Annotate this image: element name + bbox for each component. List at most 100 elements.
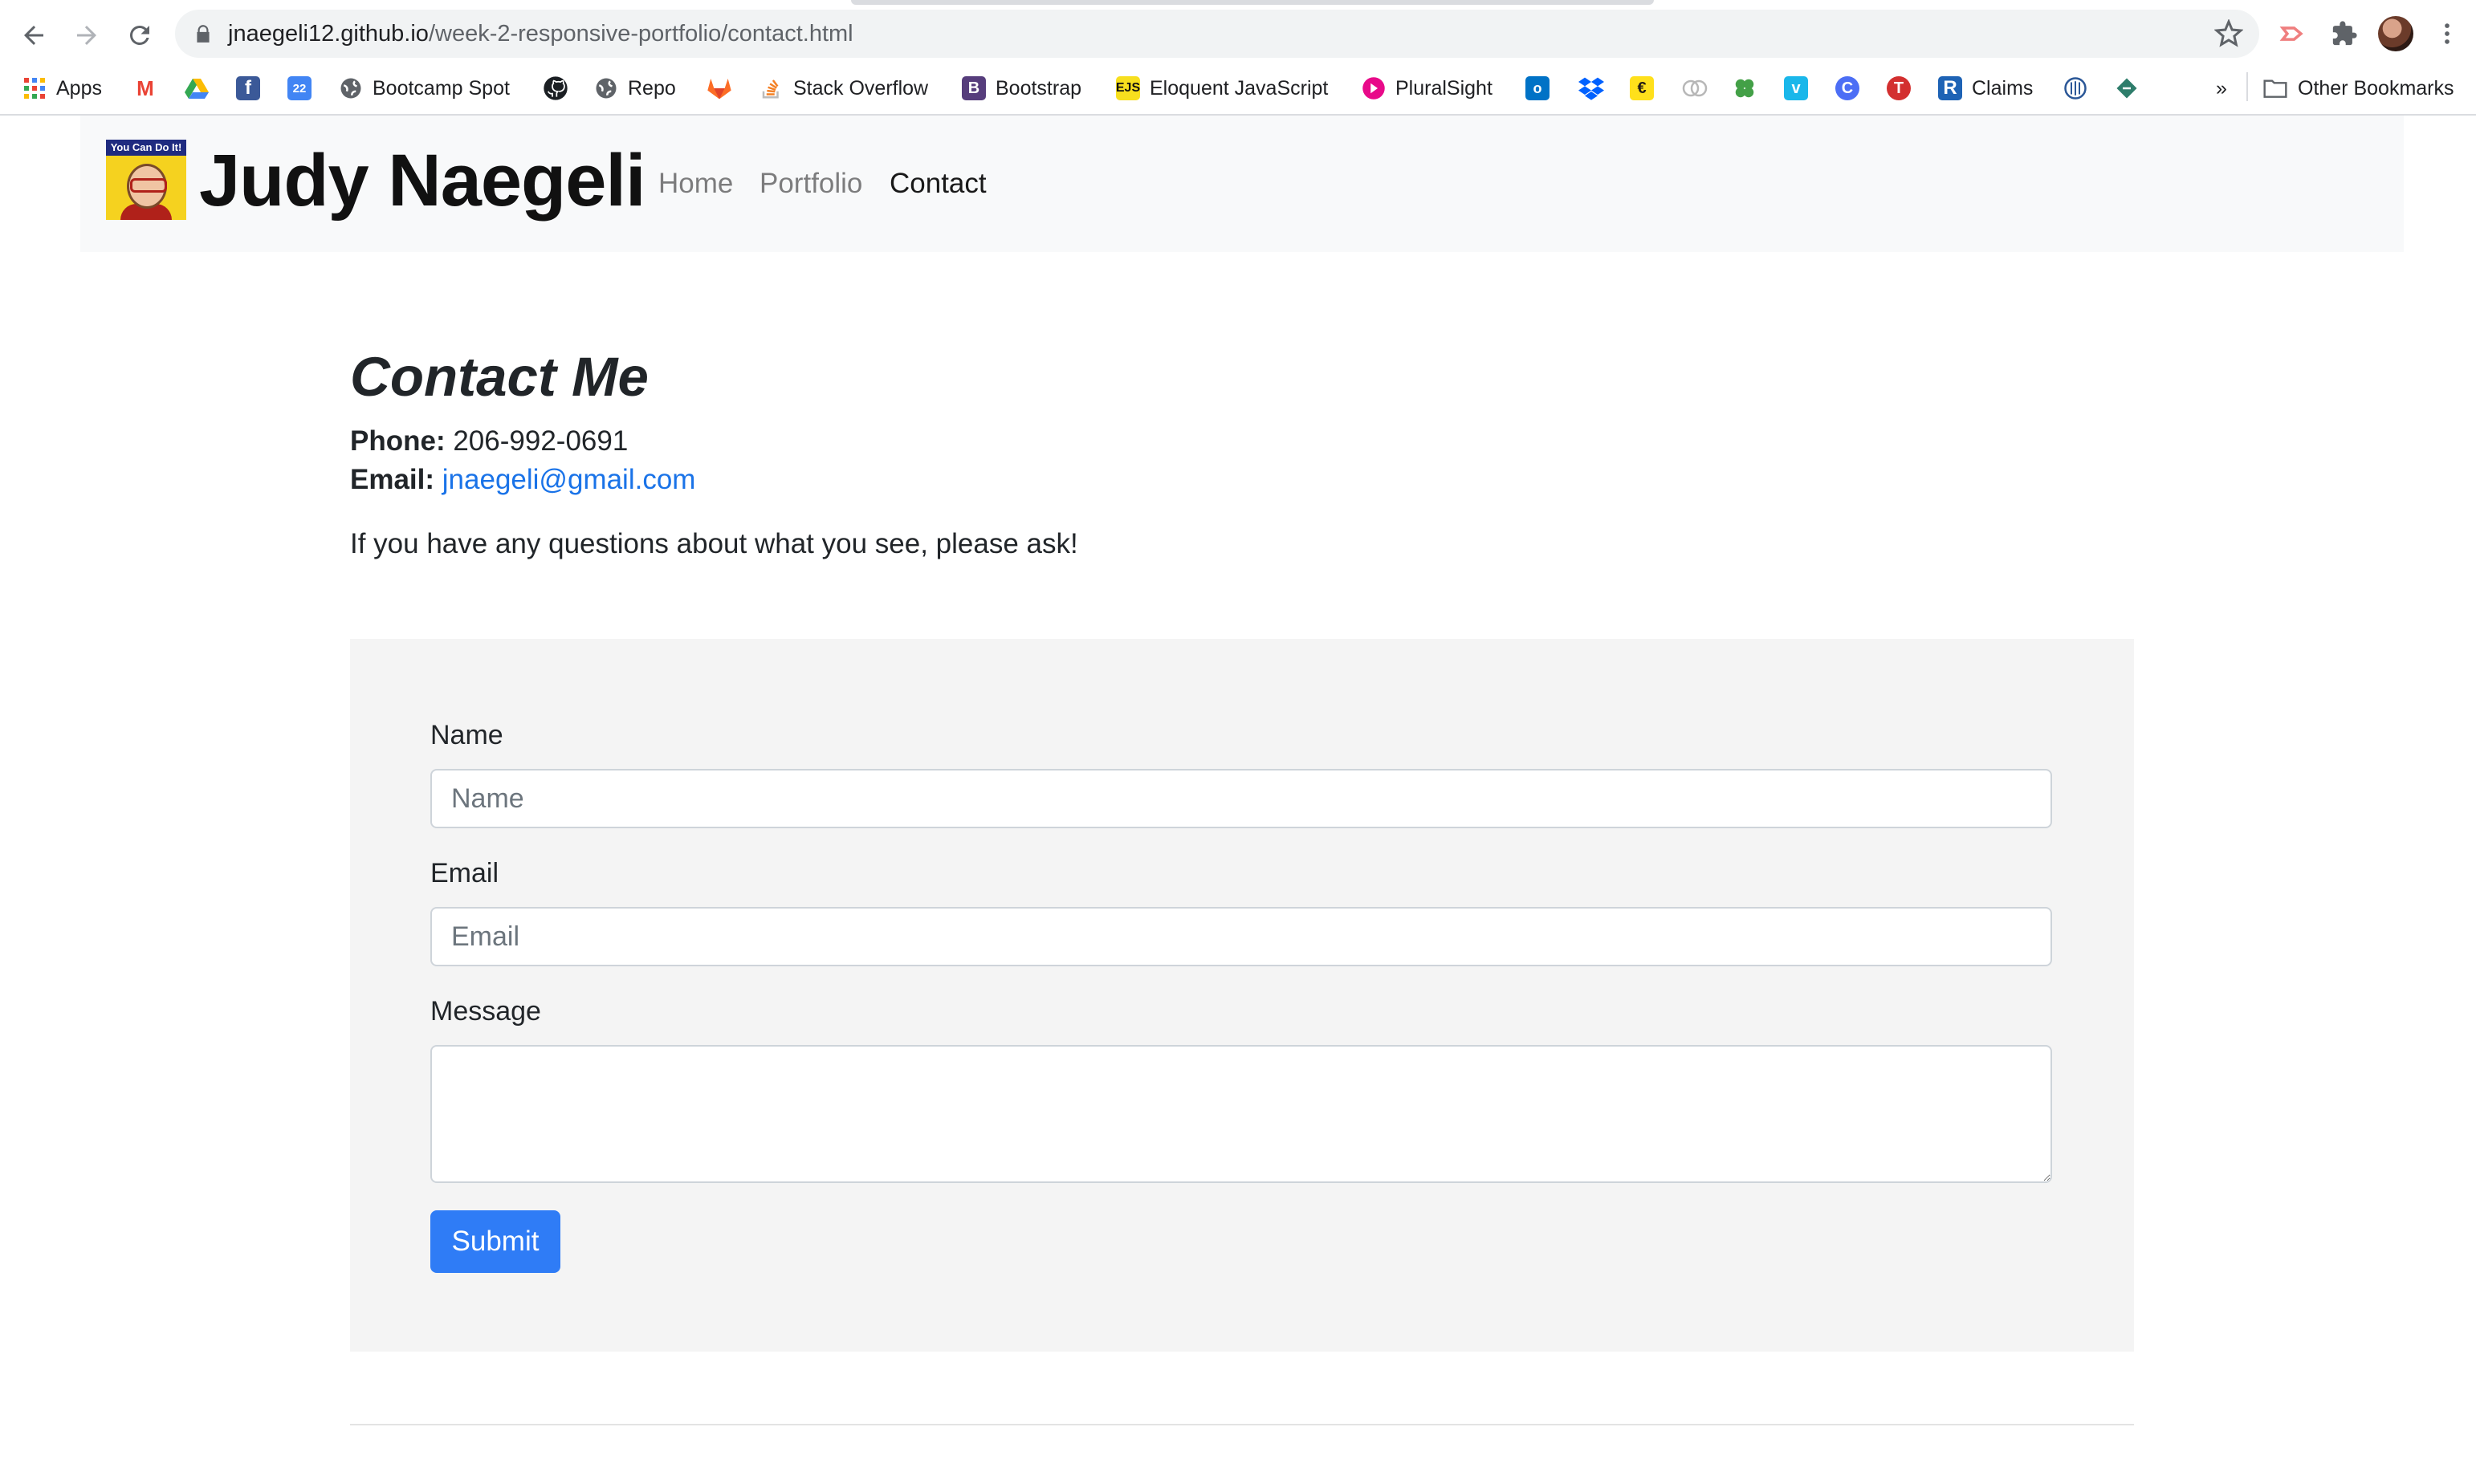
- bookmark-claims[interactable]: R Claims: [1938, 71, 2033, 106]
- ejs-icon: EJS: [1116, 76, 1140, 100]
- vimeo-icon: v: [1784, 76, 1808, 100]
- rings-icon: [1682, 79, 1708, 97]
- bookmark-diamond[interactable]: [2115, 71, 2139, 106]
- nav-link-contact[interactable]: Contact: [890, 167, 987, 201]
- kebab-menu-icon: [2445, 23, 2450, 44]
- url-path: /week-2-responsive-portfolio/contact.htm…: [428, 21, 853, 47]
- contact-blurb: If you have any questions about what you…: [350, 528, 1078, 559]
- bookmark-drive[interactable]: [185, 71, 209, 106]
- bookmark-bootcamp-spot[interactable]: Bootcamp Spot: [339, 71, 510, 106]
- bookmarks-divider: [2246, 72, 2248, 101]
- bookmark-github[interactable]: [543, 71, 568, 106]
- email-line: Email: jnaegeli@gmail.com: [350, 462, 695, 498]
- bookmarks-overflow-button[interactable]: »: [2216, 71, 2227, 106]
- bookmark-label: Bootstrap: [996, 76, 1082, 100]
- globe-icon: [596, 78, 617, 99]
- contact-form: Name Email Message Submit: [350, 639, 2134, 1352]
- phone-number: 206-992-0691: [453, 425, 629, 457]
- stackoverflow-icon: [762, 79, 779, 99]
- mailchimp-icon: €: [1630, 76, 1654, 100]
- bookmark-seal[interactable]: [2063, 71, 2087, 106]
- site-navbar: You Can Do It! Judy Naegeli Home Portfol…: [80, 116, 2404, 252]
- name-input[interactable]: [430, 769, 2052, 828]
- bookmark-mailchimp[interactable]: €: [1630, 71, 1654, 106]
- tab-strip: [0, 0, 2476, 5]
- bookmark-label: Eloquent JavaScript: [1150, 76, 1329, 100]
- bookmark-facebook[interactable]: f: [236, 71, 260, 106]
- url-text: jnaegeli12.github.io/week-2-responsive-p…: [228, 20, 853, 47]
- bookmark-rings[interactable]: [1681, 71, 1708, 106]
- email-label: Email:: [350, 464, 435, 495]
- globe-icon: [340, 78, 361, 99]
- nav-link-portfolio[interactable]: Portfolio: [759, 167, 862, 201]
- bookmark-label: Stack Overflow: [793, 76, 929, 100]
- logo-avatar[interactable]: You Can Do It!: [106, 140, 186, 220]
- bookmark-label: PluralSight: [1395, 76, 1493, 100]
- browser-chrome: jnaegeli12.github.io/week-2-responsive-p…: [0, 0, 2476, 116]
- footer-divider: [350, 1424, 2134, 1425]
- lock-icon: [197, 25, 210, 43]
- gitlab-icon: [707, 79, 731, 100]
- back-button[interactable]: [11, 13, 56, 58]
- bookmark-calendar[interactable]: 22: [287, 71, 312, 106]
- overflow-label: »: [2216, 76, 2227, 100]
- address-bar[interactable]: jnaegeli12.github.io/week-2-responsive-p…: [175, 10, 2259, 58]
- r-icon: R: [1938, 76, 1962, 100]
- name-label: Name: [430, 720, 503, 750]
- back-arrow-icon: [24, 26, 43, 45]
- bookmarks-bar: Apps M f 22 Bootcamp Spot Repo Stack Ove…: [0, 66, 2476, 112]
- bookmark-clover[interactable]: [1733, 71, 1757, 106]
- bookmark-label: Repo: [628, 76, 676, 100]
- forward-button[interactable]: [64, 13, 109, 58]
- t-icon: T: [1887, 76, 1911, 100]
- reload-icon: [129, 25, 149, 45]
- phone-label: Phone:: [350, 425, 446, 457]
- submit-button[interactable]: Submit: [430, 1210, 560, 1273]
- calendar-icon: 22: [287, 76, 312, 100]
- bookmark-dropbox[interactable]: [1578, 71, 1604, 106]
- bookmark-gmail[interactable]: M: [133, 71, 157, 106]
- bookmark-apps[interactable]: Apps: [22, 71, 102, 106]
- bookmark-other-bookmarks[interactable]: Other Bookmarks: [2262, 71, 2454, 106]
- github-icon: [544, 76, 568, 100]
- message-textarea[interactable]: [430, 1045, 2052, 1183]
- gmail-icon: M: [133, 76, 157, 100]
- forward-arrow-icon: [77, 26, 96, 45]
- profile-avatar[interactable]: [2376, 14, 2415, 53]
- bookmark-label: Claims: [1972, 76, 2034, 100]
- reload-button[interactable]: [117, 13, 162, 58]
- bookmark-repo[interactable]: Repo: [594, 71, 676, 106]
- cast-extension-icon[interactable]: [2274, 14, 2312, 53]
- email-link[interactable]: jnaegeli@gmail.com: [442, 464, 696, 495]
- bookmark-vimeo[interactable]: v: [1784, 71, 1808, 106]
- email-input[interactable]: [430, 907, 2052, 966]
- message-label: Message: [430, 996, 541, 1027]
- folder-icon: [2263, 79, 2287, 98]
- bookmark-label: Bootcamp Spot: [373, 76, 510, 100]
- bookmark-star-icon[interactable]: [2214, 19, 2243, 48]
- google-drive-icon: [185, 79, 209, 99]
- bookmark-bootstrap[interactable]: B Bootstrap: [962, 71, 1081, 106]
- c-icon: C: [1835, 76, 1859, 100]
- url-host: jnaegeli12.github.io: [228, 21, 429, 47]
- nav-link-home[interactable]: Home: [658, 167, 733, 201]
- browser-menu-button[interactable]: [2428, 14, 2466, 53]
- bookmark-label: Apps: [56, 76, 102, 100]
- bootstrap-icon: B: [962, 76, 986, 100]
- clover-icon: [1735, 79, 1754, 98]
- facebook-icon: f: [236, 76, 260, 100]
- bookmark-t[interactable]: T: [1887, 71, 1911, 106]
- bookmark-gitlab[interactable]: [707, 71, 732, 106]
- phone-line: Phone: 206-992-0691: [350, 424, 628, 459]
- diamond-icon: [2116, 78, 2137, 99]
- dropbox-icon: [1578, 77, 1604, 100]
- bookmark-pluralsight[interactable]: PluralSight: [1362, 71, 1493, 106]
- bookmark-c[interactable]: C: [1835, 71, 1859, 106]
- brand-name[interactable]: Judy Naegeli: [199, 136, 646, 225]
- extensions-puzzle-icon[interactable]: [2325, 14, 2364, 53]
- bookmark-label: Other Bookmarks: [2298, 76, 2454, 100]
- avatar-icon: [2378, 16, 2413, 51]
- bookmark-outlook[interactable]: o: [1525, 71, 1550, 106]
- bookmark-eloquent-javascript[interactable]: EJS Eloquent JavaScript: [1116, 71, 1328, 106]
- bookmark-stack-overflow[interactable]: Stack Overflow: [759, 71, 928, 106]
